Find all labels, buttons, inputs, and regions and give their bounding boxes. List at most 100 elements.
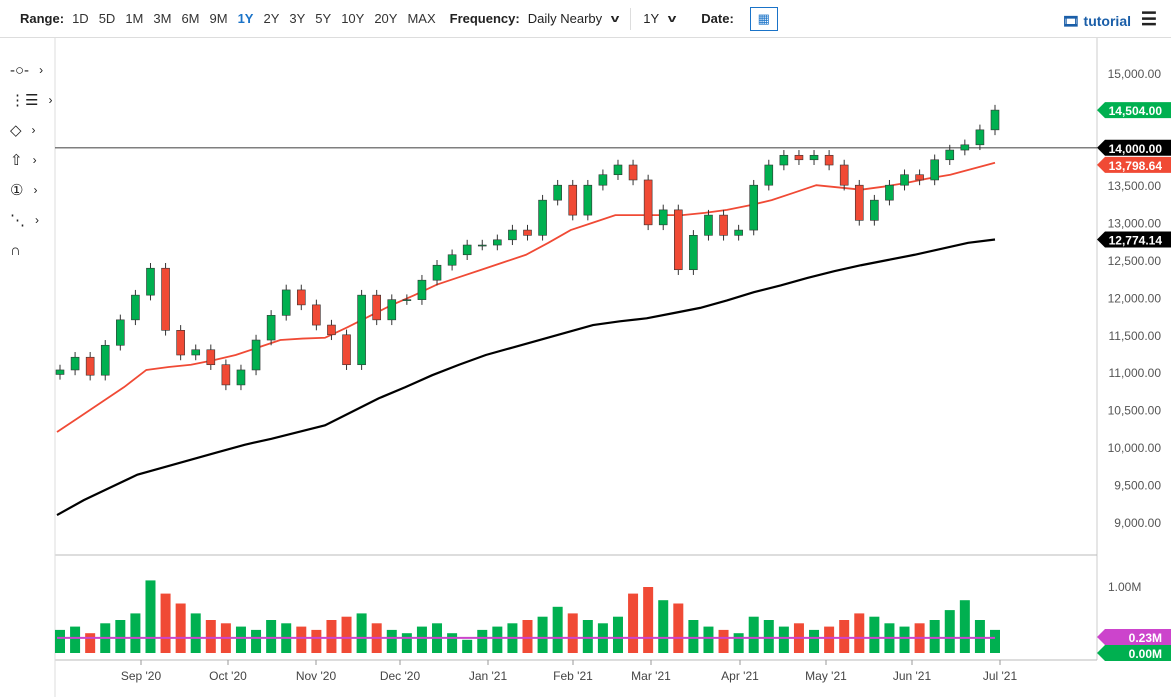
ma50-label: 13,798.64 <box>1109 159 1163 173</box>
volume-bar <box>190 613 201 653</box>
candle-body <box>658 209 668 226</box>
volume-bar <box>492 626 503 653</box>
candle-body <box>161 267 170 331</box>
candle-body <box>734 229 743 236</box>
volume-average-label: 0.23M <box>1129 631 1162 645</box>
y-tick-label: 9,500.00 <box>1114 478 1161 492</box>
volume-bar <box>235 626 246 653</box>
volume-bar <box>582 620 593 653</box>
volume-bar <box>628 593 639 653</box>
candle-body <box>296 289 306 306</box>
volume-last-label: 0.00M <box>1129 647 1162 661</box>
x-tick-label: Sep '20 <box>121 669 162 683</box>
candle-body <box>372 294 381 321</box>
volume-bar <box>477 629 488 653</box>
volume-bar <box>401 633 412 653</box>
x-tick-label: Nov '20 <box>296 669 337 683</box>
candle-body <box>266 315 276 341</box>
volume-bar <box>703 626 714 653</box>
candle-body <box>704 214 713 236</box>
y-tick-label: 13,000.00 <box>1108 217 1162 231</box>
x-tick-label: May '21 <box>805 669 847 683</box>
ma200-label: 12,774.14 <box>1109 233 1163 247</box>
volume-bar <box>778 626 789 653</box>
volume-bar <box>416 626 427 653</box>
candle-body <box>402 299 412 301</box>
price-chart[interactable]: 15,000.0014,500.0014,000.0013,500.0013,0… <box>0 0 1171 697</box>
candle-body <box>870 199 879 221</box>
volume-bar <box>567 613 578 653</box>
candle-body <box>643 179 653 226</box>
ma200-line <box>56 238 996 517</box>
volume-bar <box>160 593 171 653</box>
candle-body <box>613 164 623 176</box>
volume-bar <box>205 620 216 653</box>
candle-body <box>432 264 442 281</box>
candle-body <box>176 330 185 356</box>
volume-bar <box>311 629 322 653</box>
volume-tick-label: 1.00M <box>1108 580 1141 594</box>
candle-body <box>327 324 336 336</box>
y-tick-label: 12,000.00 <box>1108 291 1162 305</box>
volume-bar <box>809 629 820 653</box>
candle-body <box>779 154 789 166</box>
x-tick-label: Jan '21 <box>469 669 508 683</box>
volume-bar <box>990 629 1000 653</box>
volume-bar <box>974 620 985 653</box>
candle-body <box>764 164 774 186</box>
volume-bar <box>55 629 65 653</box>
y-tick-label: 10,000.00 <box>1108 441 1162 455</box>
x-tick-label: Mar '21 <box>631 669 671 683</box>
candle-body <box>930 159 939 181</box>
y-tick-label: 9,000.00 <box>1114 516 1161 530</box>
candle-body <box>100 344 110 376</box>
candle-body <box>809 154 819 161</box>
candle-body <box>251 339 261 371</box>
y-tick-label: 15,000.00 <box>1108 67 1162 81</box>
volume-bar <box>175 603 186 653</box>
x-tick-label: Dec '20 <box>380 669 421 683</box>
x-tick-label: Oct '20 <box>209 669 247 683</box>
level-price-label: 14,000.00 <box>1109 142 1163 156</box>
y-tick-label: 13,500.00 <box>1108 179 1162 193</box>
candle-body <box>477 244 487 247</box>
candle-body <box>493 239 502 246</box>
candle-body <box>131 294 140 321</box>
candle-body <box>900 174 909 186</box>
candle-body <box>885 184 894 201</box>
candle-body <box>598 174 608 186</box>
volume-bar <box>748 616 759 653</box>
last-price-label: 14,504.00 <box>1109 104 1163 118</box>
candle-body <box>689 235 698 271</box>
volume-bar <box>854 613 865 653</box>
x-tick-label: Feb '21 <box>553 669 593 683</box>
candle-body <box>749 184 759 231</box>
volume-bar <box>929 620 940 653</box>
volume-bar <box>341 616 352 653</box>
volume-bar <box>612 616 623 653</box>
volume-bar <box>718 629 729 653</box>
candle-body <box>990 109 1000 131</box>
volume-bar <box>658 600 669 653</box>
candle-body <box>55 369 65 375</box>
candle-body <box>583 184 593 216</box>
volume-bar <box>326 620 337 653</box>
candle-body <box>508 229 517 241</box>
candle-body <box>236 369 246 386</box>
volume-bar <box>70 626 81 653</box>
volume-bar <box>824 626 835 653</box>
candle-body <box>342 334 351 366</box>
volume-bar <box>356 613 367 653</box>
candle-body <box>523 229 532 236</box>
candle-body <box>628 164 638 181</box>
candle-body <box>794 154 804 161</box>
candle-body <box>447 254 457 266</box>
candle-body <box>70 356 80 371</box>
candle-body <box>975 129 985 146</box>
volume-bar <box>130 613 141 653</box>
volume-bar <box>643 587 654 653</box>
candle-body <box>116 319 125 346</box>
volume-bar <box>552 606 563 653</box>
candle-body <box>146 267 155 296</box>
volume-bar <box>85 633 96 653</box>
